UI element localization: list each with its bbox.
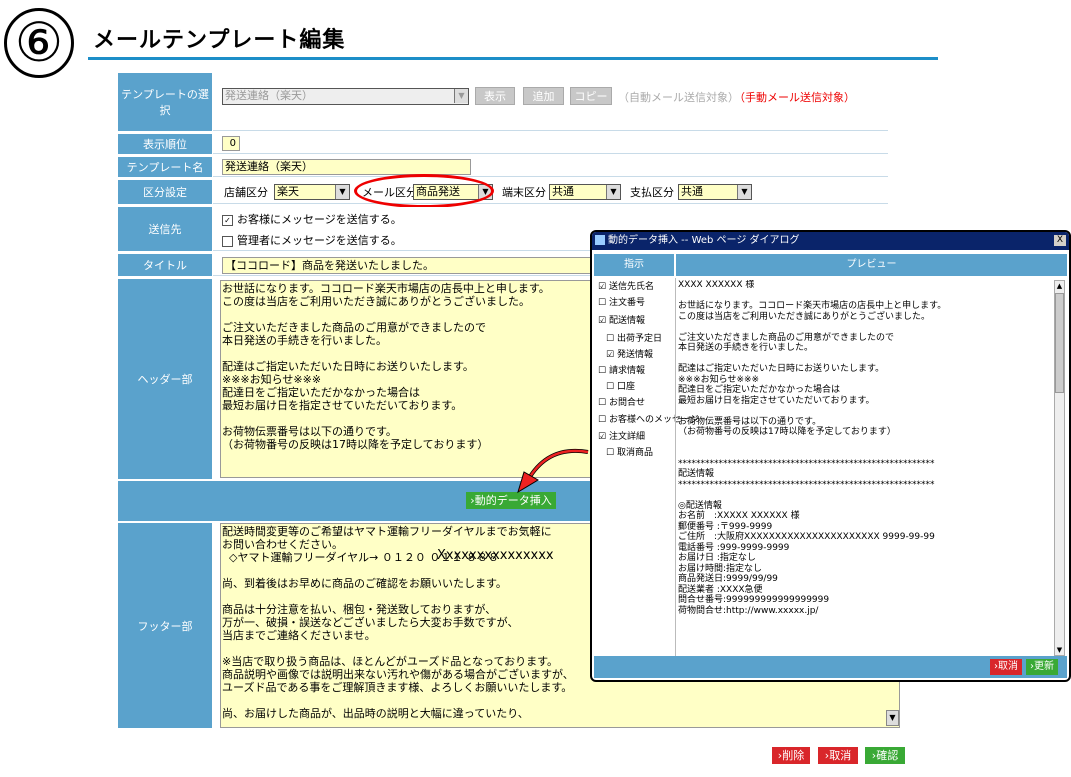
scroll-down-icon[interactable]: ▼ xyxy=(886,710,899,726)
header-text: お世話になります。ココロード楽天市場店の店長中上と申します。 この度は当店をご利… xyxy=(222,282,550,451)
directive-item[interactable]: ☐ 注文番号 xyxy=(598,298,645,309)
device-category-label: 端末区分 xyxy=(502,186,546,199)
chevron-down-icon: ▼ xyxy=(737,185,751,199)
directive-header: 指示 xyxy=(594,254,674,276)
display-order-row xyxy=(213,134,888,154)
store-category-value: 楽天 xyxy=(277,185,299,198)
page-title: メールテンプレート編集 xyxy=(93,28,346,53)
payment-category-label: 支払区分 xyxy=(630,186,674,199)
scroll-thumb[interactable] xyxy=(1055,293,1064,393)
dialog-update-button[interactable]: ›更新 xyxy=(1026,659,1058,675)
directive-item[interactable]: ☐ 取消商品 xyxy=(606,448,653,459)
title-input[interactable]: 【ココロード】商品を発送いたしました。 xyxy=(222,257,592,274)
recipient-label: 送信先 xyxy=(118,207,212,251)
title-label: タイトル xyxy=(118,254,212,276)
preview-header: プレビュー xyxy=(676,254,1067,276)
admin-option: 管理者にメッセージを送信する。 xyxy=(237,234,402,247)
title-underline xyxy=(88,57,938,60)
cancel-button[interactable]: ›取消 xyxy=(818,747,858,764)
device-category-value: 共通 xyxy=(552,185,574,198)
copy-button[interactable]: コピー xyxy=(570,87,612,105)
directive-item[interactable]: ☐ 請求情報 xyxy=(598,366,645,377)
customer-checkbox-row[interactable]: ✓ お客様にメッセージを送信する。 xyxy=(222,211,402,227)
chevron-down-icon: ▼ xyxy=(606,185,620,199)
close-icon[interactable]: X xyxy=(1054,235,1066,246)
preview-scrollbar[interactable]: ▲ ▼ xyxy=(1054,280,1065,656)
checkbox-icon[interactable] xyxy=(222,235,233,247)
directive-item[interactable]: ☐ 出荷予定日 xyxy=(606,334,662,345)
template-select-label: テンプレートの選択 xyxy=(118,73,212,131)
customer-option: お客様にメッセージを送信する。 xyxy=(237,213,402,226)
payment-category-select[interactable]: 共通 ▼ xyxy=(678,184,752,200)
dynamic-data-dialog: 動的データ挿入 -- Web ページ ダイアログ X 指示 プレビュー ☑ 送信… xyxy=(590,230,1071,682)
directive-item[interactable]: ☐ 口座 xyxy=(606,382,635,393)
display-order-label: 表示順位 xyxy=(118,134,212,154)
chevron-down-icon: ▼ xyxy=(335,185,349,199)
preview-text: XXXX XXXXXX 様 お世話になります。ココロード楽天市場店の店長中上と申… xyxy=(678,280,947,616)
footer-part-label: フッター部 xyxy=(118,523,212,728)
store-category-select[interactable]: 楽天 ▼ xyxy=(274,184,350,200)
admin-checkbox-row[interactable]: 管理者にメッセージを送信する。 xyxy=(222,232,402,248)
header-part-label: ヘッダー部 xyxy=(118,279,212,479)
scroll-up-icon[interactable]: ▲ xyxy=(1055,281,1064,291)
directive-item[interactable]: ☐ お問合せ xyxy=(598,398,645,409)
checkbox-checked-icon[interactable]: ✓ xyxy=(222,214,233,226)
step-number: ⑥ xyxy=(4,8,74,78)
arrow-icon xyxy=(517,448,589,494)
phone-mask-overlay: Xxxxxxxxxxxxxxx xyxy=(437,548,554,563)
template-name-label: テンプレート名 xyxy=(118,157,212,177)
directive-item[interactable]: ☑ 注文詳細 xyxy=(598,432,645,443)
store-category-label: 店舗区分 xyxy=(224,186,268,199)
template-dropdown[interactable]: 発送連絡（楽天） ▼ xyxy=(222,88,469,105)
manual-mail-note: （手動メール送信対象） xyxy=(734,91,855,104)
confirm-button[interactable]: ›確認 xyxy=(865,747,905,764)
window-icon xyxy=(595,235,605,245)
column-divider xyxy=(675,278,676,656)
chevron-down-icon: ▼ xyxy=(454,89,468,103)
dialog-titlebar: 動的データ挿入 -- Web ページ ダイアログ X xyxy=(592,232,1069,250)
dialog-cancel-button[interactable]: ›取消 xyxy=(990,659,1022,675)
device-category-select[interactable]: 共通 ▼ xyxy=(549,184,621,200)
template-dropdown-value: 発送連絡（楽天） xyxy=(225,89,313,102)
payment-category-value: 共通 xyxy=(681,185,703,198)
directive-item[interactable]: ☑ 発送情報 xyxy=(606,350,653,361)
scroll-down-icon[interactable]: ▼ xyxy=(1055,645,1064,655)
template-name-input[interactable]: 発送連絡（楽天） xyxy=(222,159,471,175)
add-button[interactable]: 追加 xyxy=(523,87,564,105)
show-button[interactable]: 表示 xyxy=(475,87,515,105)
highlight-ellipse xyxy=(354,174,494,208)
delete-button[interactable]: ›削除 xyxy=(772,747,810,764)
category-label: 区分設定 xyxy=(118,180,212,204)
directive-item[interactable]: ☑ 送信先氏名 xyxy=(598,282,654,293)
dialog-title: 動的データ挿入 -- Web ページ ダイアログ xyxy=(608,235,800,246)
directive-item[interactable]: ☑ 配送情報 xyxy=(598,316,645,327)
display-order-input[interactable]: 0 xyxy=(222,136,240,151)
auto-mail-note: （自動メール送信対象） xyxy=(618,91,739,104)
